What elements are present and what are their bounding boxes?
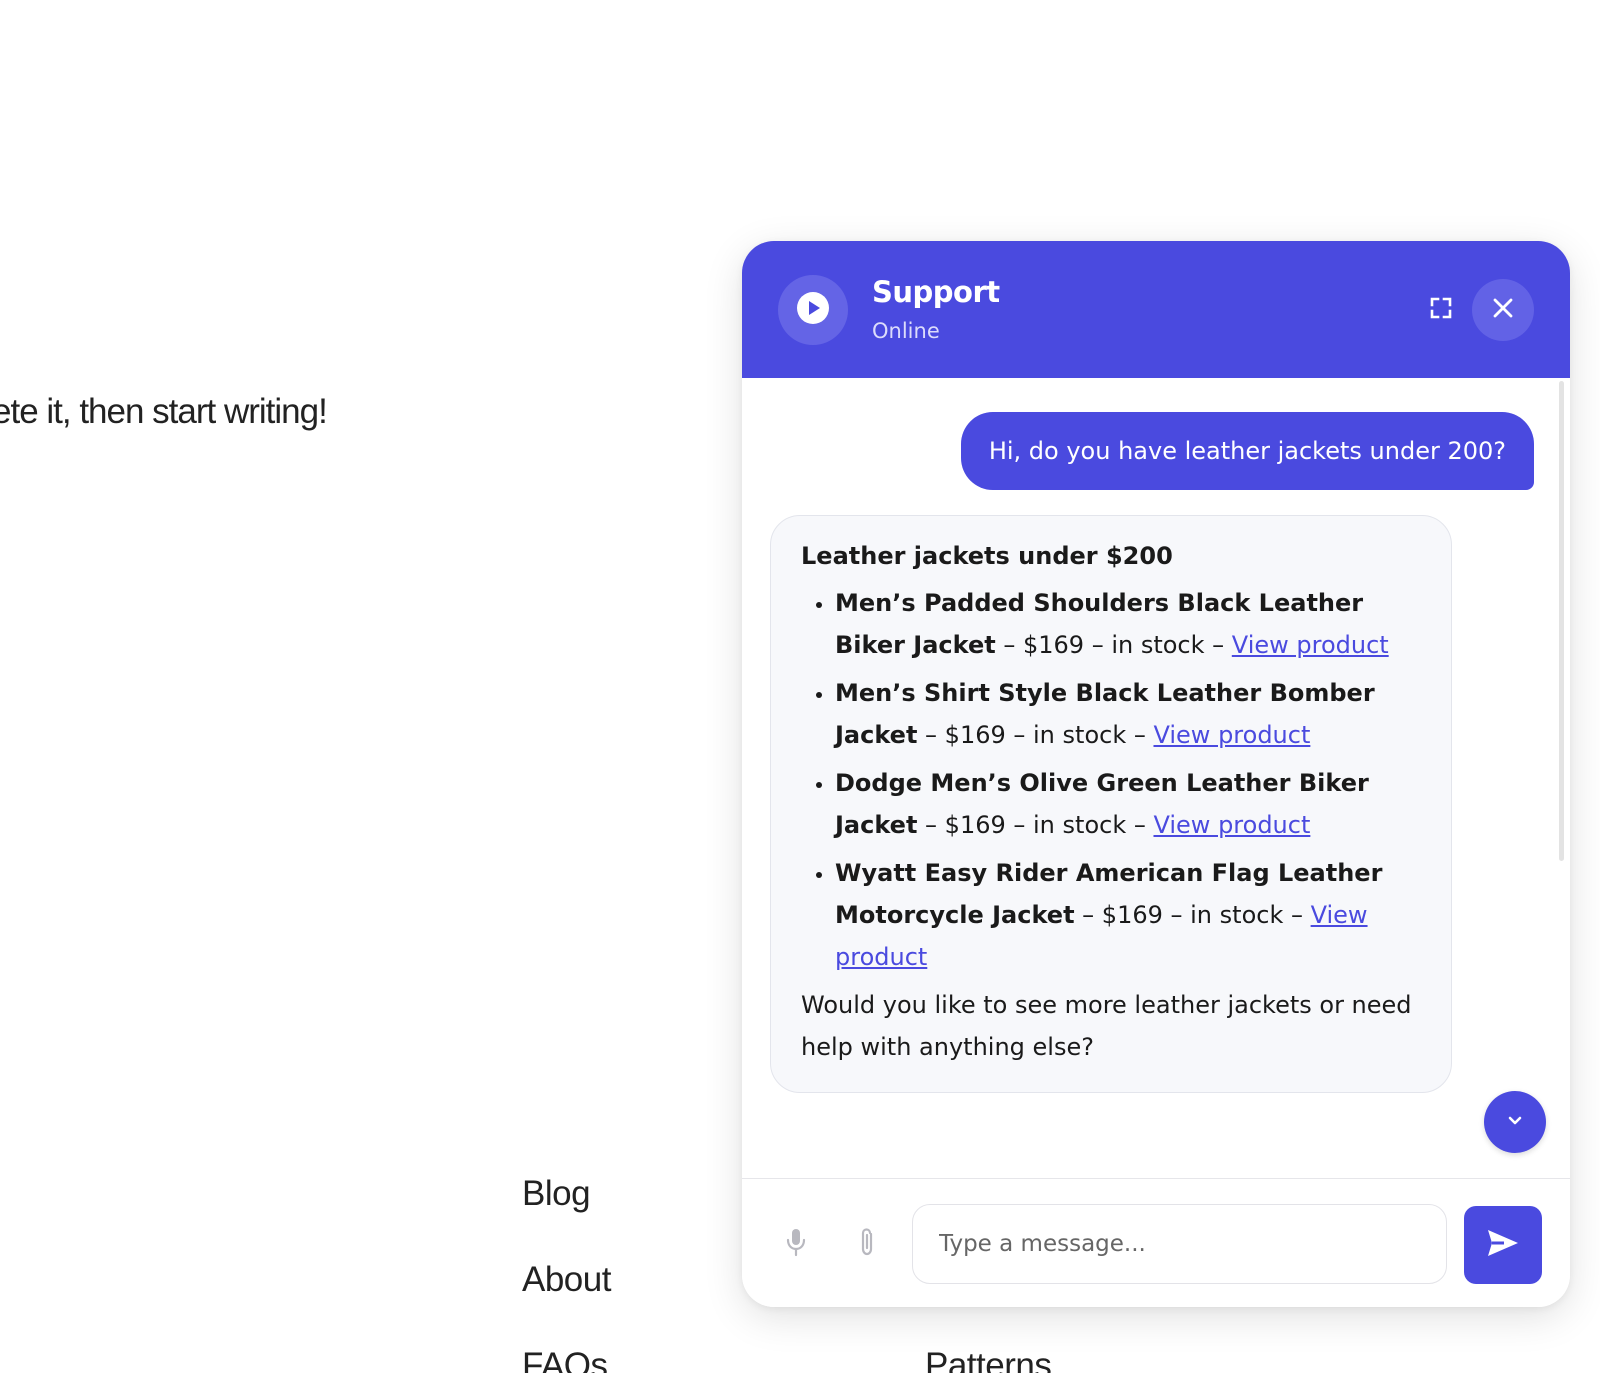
chevron-down-icon	[1505, 1110, 1525, 1134]
chat-status: Online	[872, 319, 940, 343]
message-list[interactable]: Hi, do you have leather jackets under 20…	[742, 378, 1570, 1178]
product-item: Men’s Shirt Style Black Leather Bomber J…	[835, 672, 1421, 756]
background-text: ete it, then start writing!	[0, 392, 328, 431]
product-details: – $169 – in stock –	[1074, 901, 1311, 929]
send-button[interactable]	[1464, 1206, 1542, 1284]
scroll-down-button[interactable]	[1484, 1091, 1546, 1153]
product-list: Men’s Padded Shoulders Black Leather Bik…	[801, 582, 1421, 978]
attach-button[interactable]	[849, 1226, 885, 1262]
expand-icon	[1429, 296, 1453, 324]
product-item: Wyatt Easy Rider American Flag Leather M…	[835, 852, 1421, 978]
chat-widget: Support Online Hi, do you have leather j…	[742, 241, 1570, 1307]
play-icon	[796, 291, 830, 329]
microphone-icon	[784, 1227, 808, 1261]
close-icon	[1491, 296, 1515, 324]
product-item: Dodge Men’s Olive Green Leather Biker Ja…	[835, 762, 1421, 846]
footer-link-patterns[interactable]: Patterns	[925, 1346, 1052, 1373]
close-button[interactable]	[1472, 279, 1534, 341]
scrollbar[interactable]	[1559, 381, 1564, 861]
view-product-link[interactable]: View product	[1153, 721, 1310, 749]
product-details: – $169 – in stock –	[995, 631, 1232, 659]
page: ete it, then start writing! Blog About F…	[0, 0, 1600, 1373]
view-product-link[interactable]: View product	[1232, 631, 1389, 659]
product-item: Men’s Padded Shoulders Black Leather Bik…	[835, 582, 1421, 666]
footer-link-blog[interactable]: Blog	[522, 1174, 591, 1214]
product-details: – $169 – in stock –	[917, 721, 1154, 749]
bot-message-footer: Would you like to see more leather jacke…	[801, 991, 1412, 1061]
chat-header: Support Online	[742, 241, 1570, 378]
chat-title: Support	[872, 275, 1000, 309]
bot-message-heading: Leather jackets under $200	[801, 542, 1173, 570]
expand-button[interactable]	[1422, 291, 1460, 329]
bot-message: Leather jackets under $200 Men’s Padded …	[770, 515, 1452, 1093]
support-avatar	[778, 275, 848, 345]
composer	[742, 1178, 1570, 1307]
view-product-link[interactable]: View product	[1153, 811, 1310, 839]
product-details: – $169 – in stock –	[917, 811, 1154, 839]
user-message: Hi, do you have leather jackets under 20…	[960, 412, 1534, 490]
send-icon	[1486, 1228, 1520, 1262]
footer-link-about[interactable]: About	[522, 1260, 611, 1300]
microphone-button[interactable]	[778, 1226, 814, 1262]
footer-link-faqs[interactable]: FAQs	[522, 1346, 608, 1373]
message-input[interactable]	[912, 1204, 1447, 1284]
paperclip-icon	[856, 1226, 878, 1262]
